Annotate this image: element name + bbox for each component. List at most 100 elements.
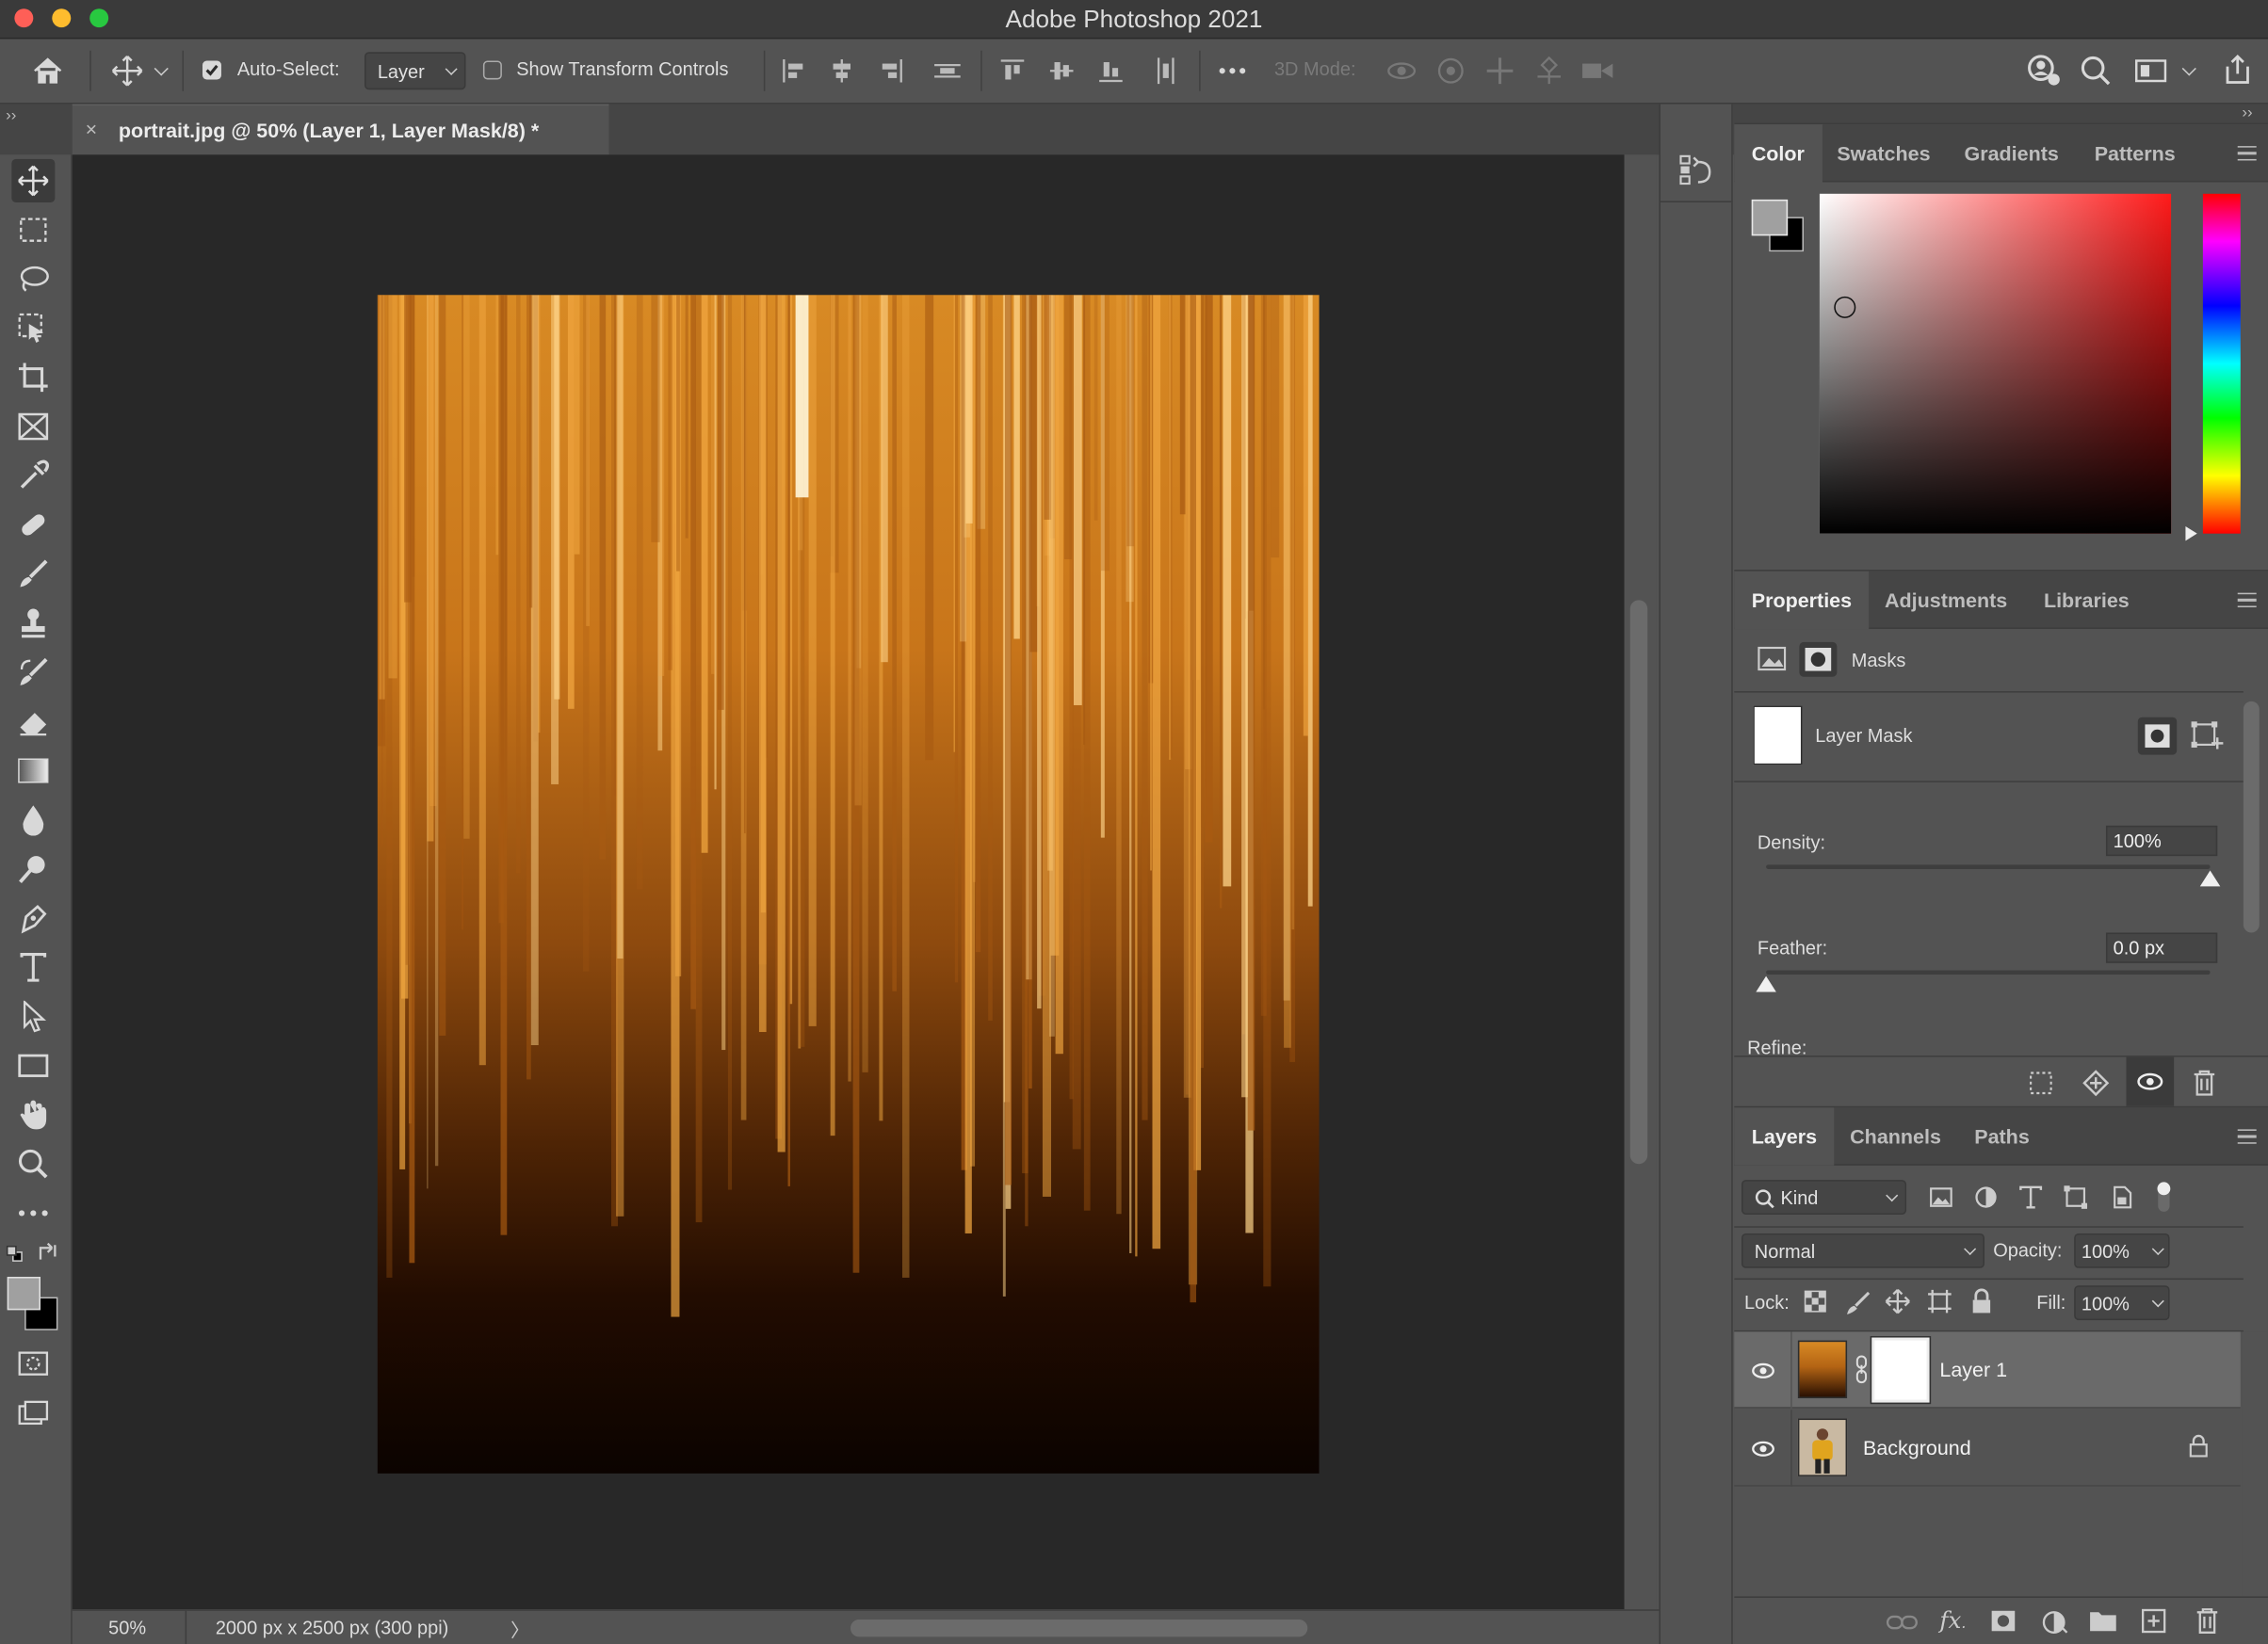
- slide-3d-icon[interactable]: [1534, 56, 1563, 86]
- pan-3d-icon[interactable]: [1485, 56, 1515, 86]
- filter-pixel-layers-icon[interactable]: [1928, 1185, 1954, 1211]
- screen-mode-icon[interactable]: [11, 1391, 55, 1434]
- align-vertical-centers-icon[interactable]: [1048, 57, 1075, 84]
- tab-adjustments[interactable]: Adjustments: [1868, 572, 2025, 629]
- align-top-edges-icon[interactable]: [999, 57, 1026, 84]
- feather-slider[interactable]: [1766, 970, 2211, 975]
- add-layer-mask-icon[interactable]: [1990, 1608, 2017, 1635]
- delete-mask-icon[interactable]: [2192, 1069, 2218, 1098]
- dodge-tool-icon[interactable]: [11, 847, 55, 891]
- filter-type-layers-icon[interactable]: [2017, 1185, 2044, 1211]
- pen-tool-icon[interactable]: [11, 896, 55, 940]
- document-tab[interactable]: × portrait.jpg @ 50% (Layer 1, Layer Mas…: [72, 104, 609, 155]
- tab-properties[interactable]: Properties: [1734, 571, 1870, 630]
- density-slider[interactable]: [1766, 864, 2211, 869]
- status-menu-arrow-icon[interactable]: 〉: [510, 1615, 529, 1642]
- distribute-vertical-icon[interactable]: [933, 57, 963, 84]
- lock-position-icon[interactable]: [1885, 1288, 1911, 1314]
- edit-toolbar-icon[interactable]: [11, 1191, 55, 1234]
- density-input[interactable]: 100%: [2105, 825, 2218, 857]
- background-thumbnail[interactable]: [1797, 1418, 1848, 1476]
- type-tool-icon[interactable]: [11, 945, 55, 989]
- tab-swatches[interactable]: Swatches: [1820, 124, 1948, 182]
- share-icon[interactable]: [2222, 54, 2254, 86]
- scale-3d-camera-icon[interactable]: [1581, 57, 1616, 84]
- quick-mask-icon[interactable]: [11, 1342, 55, 1385]
- tab-gradients[interactable]: Gradients: [1947, 124, 2076, 182]
- eyedropper-tool-icon[interactable]: [11, 454, 55, 497]
- horizontal-scroll-thumb[interactable]: [850, 1619, 1308, 1637]
- lock-transparent-pixels-icon[interactable]: [1804, 1290, 1827, 1314]
- layer-name[interactable]: Layer 1: [1939, 1358, 2007, 1381]
- rectangular-marquee-tool-icon[interactable]: [11, 208, 55, 251]
- density-slider-handle[interactable]: [2199, 870, 2221, 887]
- frame-tool-icon[interactable]: [11, 405, 55, 448]
- tab-patterns[interactable]: Patterns: [2077, 124, 2193, 182]
- auto-select-checkbox[interactable]: [202, 60, 221, 80]
- tab-libraries[interactable]: Libraries: [2027, 572, 2147, 629]
- tab-layers[interactable]: Layers: [1734, 1107, 1835, 1166]
- hand-tool-icon[interactable]: [11, 1093, 55, 1136]
- tab-paths[interactable]: Paths: [1957, 1107, 2047, 1165]
- search-icon[interactable]: [2080, 55, 2112, 87]
- layer-1-thumbnail[interactable]: [1797, 1340, 1848, 1399]
- move-tool-icon[interactable]: [11, 158, 56, 202]
- tab-channels[interactable]: Channels: [1833, 1107, 1959, 1165]
- color-panel-menu-icon[interactable]: [2237, 146, 2257, 161]
- new-group-folder-icon[interactable]: [2089, 1608, 2118, 1635]
- add-vector-mask-icon[interactable]: [2189, 717, 2227, 752]
- filter-shape-layers-icon[interactable]: [2063, 1185, 2089, 1211]
- default-colors-icon[interactable]: [6, 1245, 23, 1262]
- background-visibility-eye-icon[interactable]: [1752, 1437, 1775, 1460]
- fill-input[interactable]: 100%: [2074, 1285, 2170, 1321]
- eraser-tool-icon[interactable]: [11, 700, 55, 743]
- vertical-scroll-thumb[interactable]: [1629, 600, 1648, 1165]
- distribute-horizontal-icon[interactable]: [1153, 56, 1179, 86]
- align-left-edges-icon[interactable]: [781, 57, 807, 84]
- blur-tool-icon[interactable]: [11, 798, 55, 842]
- swap-colors-icon[interactable]: [38, 1242, 57, 1262]
- show-transform-controls-checkbox[interactable]: [482, 60, 502, 80]
- roll-3d-icon[interactable]: [1436, 56, 1466, 86]
- layer-row-background[interactable]: Background: [1734, 1410, 2241, 1487]
- layer-filter-kind-dropdown[interactable]: Kind: [1741, 1180, 1907, 1215]
- filter-toggle-icon[interactable]: [2155, 1180, 2172, 1215]
- load-selection-from-mask-icon[interactable]: [2028, 1070, 2054, 1096]
- layer-row-layer-1[interactable]: Layer 1: [1734, 1331, 2241, 1409]
- gradient-tool-icon[interactable]: [11, 749, 55, 792]
- layer-name[interactable]: Background: [1863, 1436, 1971, 1459]
- new-layer-icon[interactable]: [2141, 1608, 2167, 1635]
- lock-artboard-icon[interactable]: [1927, 1288, 1953, 1314]
- lasso-tool-icon[interactable]: [11, 257, 55, 300]
- opacity-input[interactable]: 100%: [2074, 1233, 2170, 1268]
- layer-mask-link-icon[interactable]: [1855, 1355, 1869, 1384]
- chevron-down-icon[interactable]: [154, 61, 169, 76]
- object-selection-tool-icon[interactable]: [11, 307, 55, 350]
- align-bottom-edges-icon[interactable]: [1098, 57, 1125, 84]
- align-right-edges-icon[interactable]: [878, 57, 904, 84]
- mask-properties-icon[interactable]: [1799, 641, 1838, 677]
- align-horizontal-centers-icon[interactable]: [829, 57, 855, 84]
- feather-slider-handle[interactable]: [1756, 975, 1776, 992]
- workspace-chevron-down-icon[interactable]: [2181, 61, 2196, 76]
- brush-tool-icon[interactable]: [11, 553, 55, 596]
- layer-1-mask-thumbnail[interactable]: [1870, 1335, 1932, 1405]
- expand-toolbar-icon[interactable]: ››: [6, 107, 16, 124]
- tab-color[interactable]: Color: [1734, 124, 1822, 183]
- color-picker-cursor[interactable]: [1834, 296, 1856, 318]
- crop-tool-icon[interactable]: [11, 356, 55, 399]
- move-tool-preset-icon[interactable]: [110, 54, 145, 89]
- document-canvas[interactable]: [377, 295, 1320, 1474]
- apply-mask-icon[interactable]: [2082, 1069, 2111, 1098]
- link-layers-icon[interactable]: [1886, 1611, 1919, 1635]
- layer-style-fx-icon[interactable]: fx.: [1939, 1606, 1966, 1634]
- color-field[interactable]: [1819, 193, 2172, 534]
- disable-mask-icon[interactable]: [2126, 1056, 2175, 1106]
- blend-mode-dropdown[interactable]: Normal: [1741, 1233, 1984, 1268]
- workspace-icon[interactable]: [2135, 57, 2170, 84]
- zoom-level[interactable]: 50%: [108, 1617, 146, 1638]
- delete-layer-icon[interactable]: [2195, 1606, 2221, 1636]
- vertical-scrollbar[interactable]: [1624, 154, 1657, 1610]
- close-document-icon[interactable]: ×: [86, 117, 98, 140]
- properties-scroll-thumb[interactable]: [2243, 701, 2260, 933]
